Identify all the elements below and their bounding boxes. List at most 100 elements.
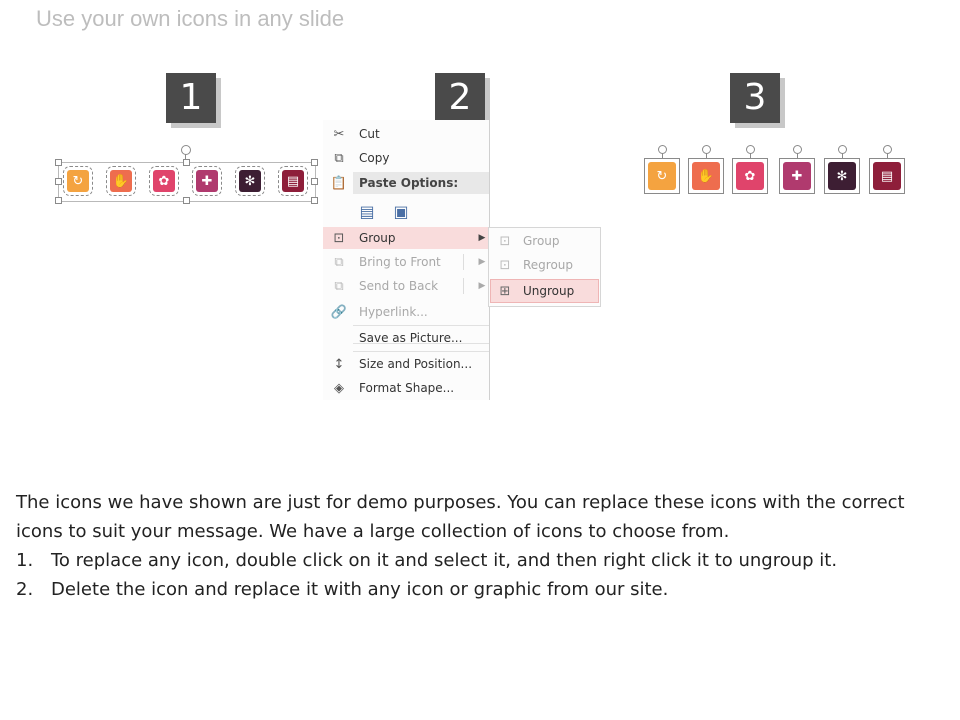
document-glyph: ▤: [880, 168, 894, 184]
list-number: 2.: [16, 579, 34, 600]
resize-handle[interactable]: [55, 178, 62, 185]
group-icon: ⊡: [333, 230, 345, 246]
menu-label-copy: Copy: [359, 151, 390, 165]
gear-glyph: ✻: [244, 173, 256, 189]
puzzle-glyph: ✚: [201, 173, 213, 189]
step-badge-3: 3: [730, 73, 780, 123]
puzzle-icon[interactable]: ✚: [192, 166, 222, 196]
intro-paragraph: The icons we have shown are just for dem…: [16, 492, 905, 542]
paste-options-header: Paste Options:: [353, 172, 489, 194]
ungroup-icon: ⊞: [499, 283, 511, 299]
menu-label-group: Group: [359, 231, 396, 245]
menu-item-save-as-picture[interactable]: Save as Picture...: [323, 327, 489, 349]
list-text: Delete the icon and replace it with any …: [51, 579, 669, 600]
rotation-handle[interactable]: [838, 145, 847, 154]
resize-handle[interactable]: [55, 197, 62, 204]
size-position-icon: ↕: [333, 356, 345, 372]
idea-icon-ungrouped[interactable]: ✿: [732, 145, 768, 194]
resize-handle[interactable]: [55, 159, 62, 166]
menu-item-send-to-back[interactable]: ⧉ Send to Back ▶: [323, 275, 489, 297]
menu-item-hyperlink[interactable]: 🔗 Hyperlink...: [323, 301, 489, 323]
document-icon-ungrouped[interactable]: ▤: [869, 145, 905, 194]
step-badge-1: 1: [166, 73, 216, 123]
resize-handle[interactable]: [311, 197, 318, 204]
split-divider: [463, 254, 464, 270]
hand-glyph: ✋: [697, 168, 715, 184]
hand-icon[interactable]: ✋: [106, 166, 136, 196]
rotation-handle[interactable]: [181, 145, 191, 155]
context-menu: ✂ Cut ⧉ Copy 📋 Paste Options: ⊡ Group ▶ …: [323, 120, 490, 400]
document-icon[interactable]: ▤: [278, 166, 308, 196]
refresh-glyph: ↻: [72, 173, 84, 189]
paint-bucket-icon: ◈: [334, 380, 344, 396]
list-text: To replace any icon, double click on it …: [51, 550, 838, 571]
submenu-item-regroup[interactable]: ⊡ Regroup: [491, 254, 598, 276]
rotation-handle[interactable]: [702, 145, 711, 154]
menu-item-group[interactable]: ⊡ Group ▶: [323, 227, 489, 249]
menu-item-format-shape[interactable]: ◈ Format Shape...: [323, 377, 489, 399]
resize-handle[interactable]: [311, 159, 318, 166]
rotation-handle[interactable]: [793, 145, 802, 154]
instructions-text: The icons we have shown are just for dem…: [16, 488, 936, 604]
list-item: 1. To replace any icon, double click on …: [16, 546, 936, 575]
list-item: 2. Delete the icon and replace it with a…: [16, 575, 936, 604]
menu-label-hyperlink: Hyperlink...: [359, 305, 428, 319]
refresh-glyph: ↻: [656, 168, 668, 184]
save-picture-icon: [329, 330, 349, 346]
split-divider: [463, 278, 464, 294]
menu-label-size-and-position: Size and Position...: [359, 357, 473, 371]
hand-icon-ungrouped[interactable]: ✋: [688, 145, 724, 194]
regroup-icon: ⊡: [499, 257, 511, 273]
link-icon: 🔗: [330, 304, 348, 320]
submenu-label-group: Group: [523, 234, 560, 248]
group-submenu: ⊡ Group ⊡ Regroup ⊞ Ungroup: [488, 227, 601, 307]
submenu-arrow-icon: ▶: [478, 257, 486, 267]
submenu-label-ungroup: Ungroup: [523, 284, 575, 298]
idea-glyph: ✿: [158, 173, 170, 189]
menu-separator: [353, 351, 489, 352]
gear-icon[interactable]: ✻: [235, 166, 265, 196]
rotation-handle[interactable]: [883, 145, 892, 154]
idea-glyph: ✿: [744, 168, 756, 184]
copy-icon: ⧉: [334, 150, 344, 166]
resize-handle[interactable]: [311, 178, 318, 185]
menu-label-bring-to-front: Bring to Front: [359, 255, 441, 269]
group-icon: ⊡: [499, 233, 511, 249]
bring-to-front-icon: ⧉: [334, 254, 344, 270]
idea-icon[interactable]: ✿: [149, 166, 179, 196]
submenu-item-group[interactable]: ⊡ Group: [491, 230, 598, 252]
icon-group-selection[interactable]: [58, 162, 316, 202]
refresh-icon[interactable]: ↻: [63, 166, 93, 196]
rotation-handle[interactable]: [658, 145, 667, 154]
menu-label-send-to-back: Send to Back: [359, 279, 439, 293]
menu-label-format-shape: Format Shape...: [359, 381, 455, 395]
puzzle-icon-ungrouped[interactable]: ✚: [779, 145, 815, 194]
rotation-handle[interactable]: [746, 145, 755, 154]
slide-title: Use your own icons in any slide: [36, 6, 345, 31]
submenu-item-ungroup[interactable]: ⊞ Ungroup: [490, 279, 599, 303]
menu-label-cut: Cut: [359, 127, 380, 141]
hand-glyph: ✋: [112, 173, 130, 189]
puzzle-glyph: ✚: [791, 168, 803, 184]
menu-item-cut[interactable]: ✂ Cut: [323, 123, 489, 145]
menu-label-save-as-picture: Save as Picture...: [359, 331, 463, 345]
scissors-icon: ✂: [333, 126, 345, 142]
refresh-icon-ungrouped[interactable]: ↻: [644, 145, 680, 194]
menu-separator: [353, 325, 489, 326]
menu-item-copy[interactable]: ⧉ Copy: [323, 147, 489, 169]
resize-handle[interactable]: [183, 197, 190, 204]
gear-icon-ungrouped[interactable]: ✻: [824, 145, 860, 194]
document-glyph: ▤: [286, 173, 300, 189]
step-badge-2: 2: [435, 73, 485, 123]
menu-item-size-and-position[interactable]: ↕ Size and Position...: [323, 353, 489, 375]
menu-item-bring-to-front[interactable]: ⧉ Bring to Front ▶: [323, 251, 489, 273]
gear-glyph: ✻: [836, 168, 848, 184]
resize-handle[interactable]: [183, 159, 190, 166]
clipboard-icon: 📋: [330, 175, 348, 191]
submenu-label-regroup: Regroup: [523, 258, 574, 272]
send-to-back-icon: ⧉: [334, 278, 344, 294]
paste-keep-formatting-icon[interactable]: ▤: [355, 199, 379, 223]
paste-picture-icon[interactable]: ▣: [389, 199, 413, 223]
submenu-arrow-icon: ▶: [478, 233, 486, 243]
submenu-arrow-icon: ▶: [478, 281, 486, 291]
